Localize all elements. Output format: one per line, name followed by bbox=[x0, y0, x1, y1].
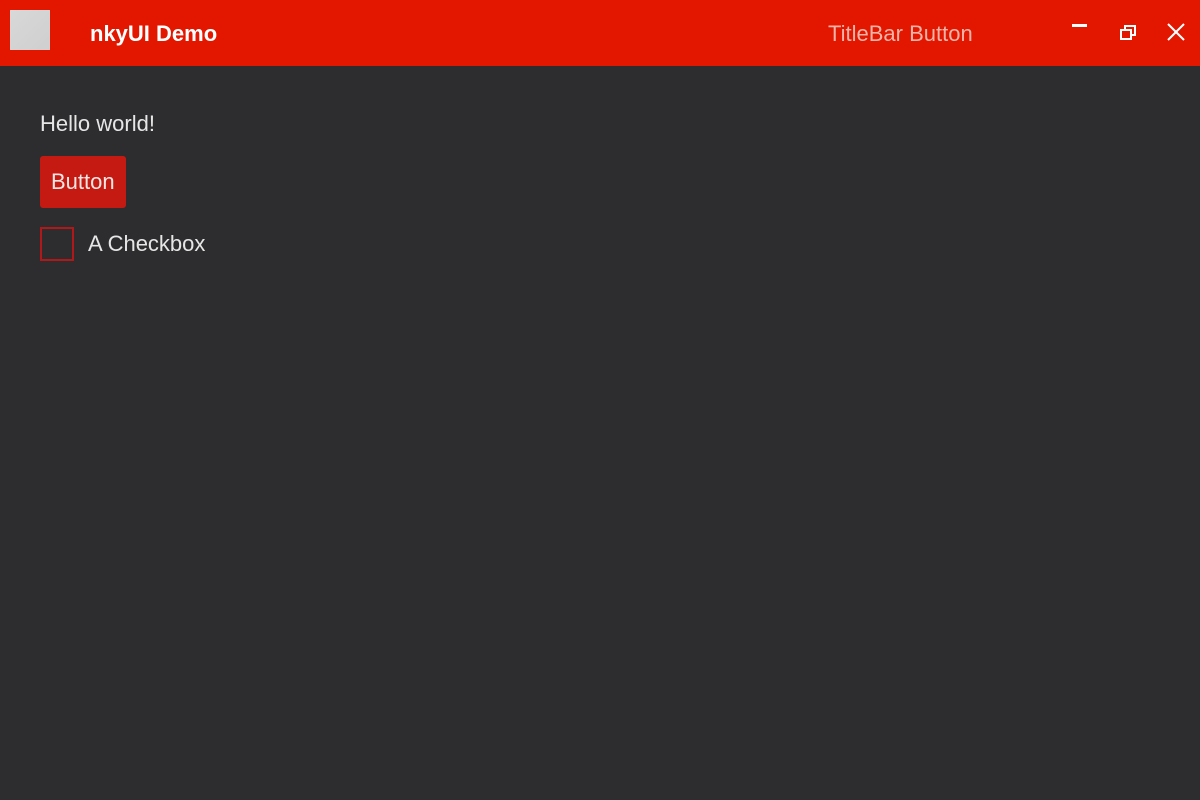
checkbox-label[interactable]: A Checkbox bbox=[88, 228, 205, 260]
minimize-button[interactable] bbox=[1062, 14, 1098, 50]
checkbox[interactable] bbox=[40, 227, 74, 261]
restore-icon bbox=[1120, 25, 1136, 40]
close-button[interactable] bbox=[1158, 14, 1194, 50]
minimize-icon bbox=[1072, 24, 1087, 27]
greeting-text: Hello world! bbox=[40, 111, 155, 136]
titlebar-custom-button[interactable]: TitleBar Button bbox=[828, 19, 973, 49]
app-icon bbox=[10, 10, 50, 50]
checkbox-row[interactable]: A Checkbox bbox=[40, 226, 205, 262]
close-icon bbox=[1167, 23, 1185, 41]
window-title: nkyUI Demo bbox=[90, 21, 218, 46]
restore-button[interactable] bbox=[1110, 14, 1146, 50]
app-window: nkyUI Demo TitleBar Button Hello world! … bbox=[0, 0, 1200, 800]
title-bar[interactable]: nkyUI Demo TitleBar Button bbox=[0, 0, 1200, 66]
primary-button[interactable]: Button bbox=[40, 156, 126, 208]
